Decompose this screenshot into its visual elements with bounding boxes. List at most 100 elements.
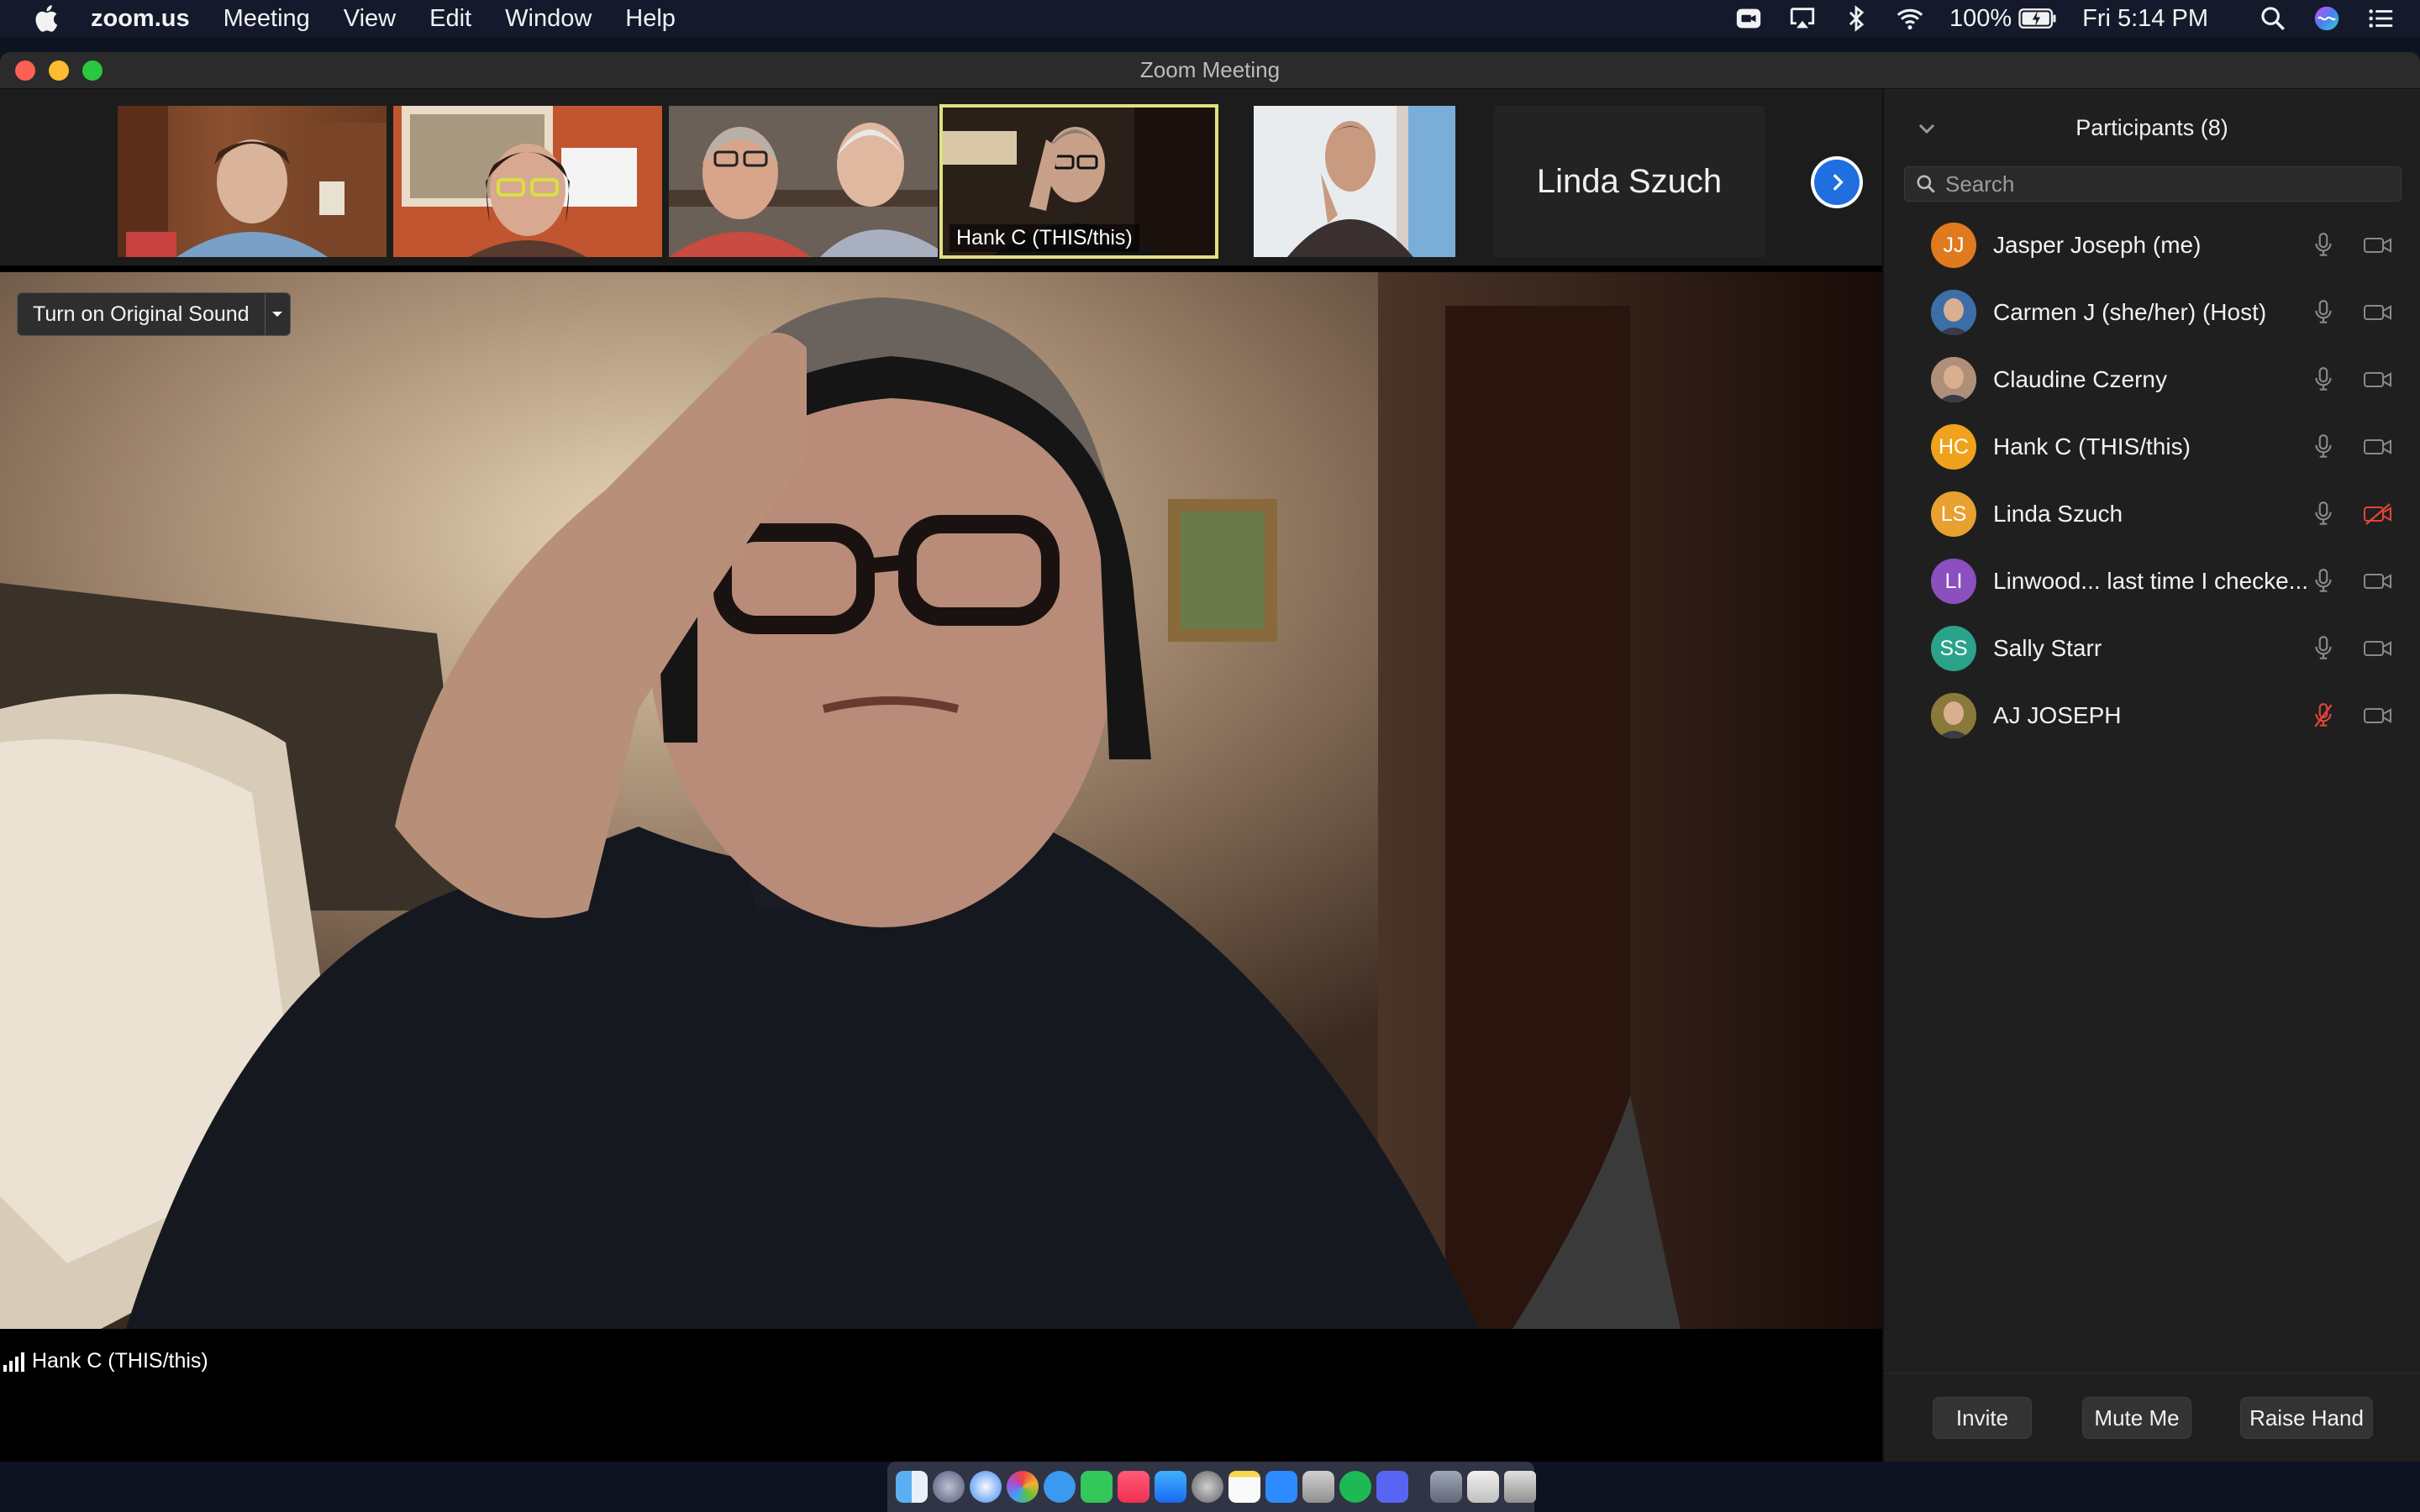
apple-icon[interactable]: [32, 3, 64, 34]
notification-center-icon[interactable]: [2366, 4, 2395, 33]
video-thumbnail-name-only[interactable]: Linda Szuch: [1494, 106, 1765, 257]
participant-name: Carmen J (she/her) (Host): [1993, 299, 2267, 325]
spotify-icon[interactable]: [1339, 1471, 1371, 1503]
speaker-video-image: [0, 272, 1882, 1329]
video-area: Hank C (THIS/this) Linda Szuch Turn on O…: [0, 89, 1882, 1462]
participant-row[interactable]: LI Linwood... last time I checke...: [1884, 548, 2420, 615]
mic-icon[interactable]: [2312, 433, 2334, 460]
thumbnail-strip: Hank C (THIS/this) Linda Szuch: [0, 89, 1882, 265]
participant-row[interactable]: SS Sally Starr: [1884, 615, 2420, 682]
video-thumbnail[interactable]: [1254, 106, 1455, 257]
participant-avatar: HC: [1931, 424, 1976, 470]
menu-help[interactable]: Help: [625, 5, 676, 33]
macos-dock: [887, 1462, 1536, 1512]
participants-title: Participants (8): [2075, 114, 2228, 140]
video-camera-icon[interactable]: [2363, 637, 2393, 660]
participant-name: Hank C (THIS/this): [1993, 433, 2191, 459]
video-camera-icon[interactable]: [2363, 704, 2393, 727]
video-thumbnail[interactable]: [669, 106, 938, 257]
notes-icon[interactable]: [1228, 1471, 1260, 1503]
messages-icon[interactable]: [1044, 1471, 1076, 1503]
launchpad-icon[interactable]: [933, 1471, 965, 1503]
original-sound-dropdown[interactable]: [264, 293, 290, 335]
participant-row[interactable]: JJ Jasper Joseph (me): [1884, 212, 2420, 279]
raise-hand-button[interactable]: Raise Hand: [2240, 1397, 2373, 1439]
video-camera-icon[interactable]: [2363, 570, 2393, 593]
participant-row[interactable]: AJ JOSEPH: [1884, 682, 2420, 749]
fullscreen-window-button[interactable]: [82, 60, 103, 81]
video-camera-icon[interactable]: [2363, 234, 2393, 257]
participant-video-image: [393, 106, 662, 257]
participant-list: JJ Jasper Joseph (me) Carmen J (she/her) (…: [1884, 212, 2420, 749]
music-icon[interactable]: [1118, 1471, 1150, 1503]
participant-video-image: [669, 106, 938, 257]
menu-view[interactable]: View: [344, 5, 396, 33]
participant-row[interactable]: Carmen J (she/her) (Host): [1884, 279, 2420, 346]
mic-muted-icon[interactable]: [2312, 702, 2334, 729]
discord-icon[interactable]: [1376, 1471, 1408, 1503]
safari-icon[interactable]: [970, 1471, 1002, 1503]
documents-stack-icon[interactable]: [1467, 1471, 1499, 1503]
original-sound-control: Turn on Original Sound: [17, 292, 291, 336]
participant-avatar: [1931, 290, 1976, 335]
mute-me-button[interactable]: Mute Me: [2082, 1397, 2191, 1439]
video-thumbnail[interactable]: [118, 106, 387, 257]
app-store-icon[interactable]: [1155, 1471, 1186, 1503]
participant-avatar: JJ: [1931, 223, 1976, 268]
mic-icon[interactable]: [2312, 299, 2334, 326]
menubar-clock[interactable]: Fri 5:14 PM: [2082, 5, 2208, 33]
video-camera-icon[interactable]: [2363, 435, 2393, 459]
window-controls: [15, 60, 116, 81]
wifi-icon[interactable]: [1896, 4, 1924, 33]
participant-row[interactable]: LS Linda Szuch: [1884, 480, 2420, 548]
zoom-status-icon[interactable]: [1734, 4, 1763, 33]
mic-icon[interactable]: [2312, 568, 2334, 595]
participant-row[interactable]: HC Hank C (THIS/this): [1884, 413, 2420, 480]
participant-search: [1904, 166, 2402, 202]
battery-icon[interactable]: [2018, 6, 2057, 31]
system-preferences-icon[interactable]: [1192, 1471, 1223, 1503]
participant-name: Linwood... last time I checke...: [1993, 568, 2309, 594]
video-off-icon[interactable]: [2363, 502, 2393, 526]
invite-button[interactable]: Invite: [1933, 1397, 2032, 1439]
photos-icon[interactable]: [1007, 1471, 1039, 1503]
menu-window[interactable]: Window: [505, 5, 592, 33]
video-camera-icon[interactable]: [2363, 301, 2393, 324]
turn-on-original-sound-button[interactable]: Turn on Original Sound: [18, 293, 265, 335]
participant-name: Jasper Joseph (me): [1993, 232, 2202, 258]
spotlight-search-icon[interactable]: [2259, 4, 2287, 33]
zoom-icon[interactable]: [1265, 1471, 1297, 1503]
mic-icon[interactable]: [2312, 232, 2334, 259]
close-window-button[interactable]: [15, 60, 35, 81]
finder-icon[interactable]: [896, 1471, 928, 1503]
menu-edit[interactable]: Edit: [429, 5, 471, 33]
participant-name: Sally Starr: [1993, 635, 2102, 661]
mic-icon[interactable]: [2312, 635, 2334, 662]
bluetooth-icon[interactable]: [1842, 4, 1870, 33]
video-thumbnail[interactable]: [393, 106, 662, 257]
trash-icon[interactable]: [1504, 1471, 1536, 1503]
zoom-window: Zoom Meeting Hank C (THIS/this) Linda Sz…: [0, 52, 2420, 1462]
window-titlebar[interactable]: Zoom Meeting: [0, 52, 2420, 89]
participant-name: AJ JOSEPH: [1993, 702, 2122, 728]
downloads-folder-icon[interactable]: [1430, 1471, 1462, 1503]
airplay-icon[interactable]: [1788, 4, 1817, 33]
video-camera-icon[interactable]: [2363, 368, 2393, 391]
minimize-window-button[interactable]: [49, 60, 69, 81]
participant-search-input[interactable]: [1945, 171, 2382, 197]
chevron-down-icon[interactable]: [1918, 123, 1936, 134]
mic-icon[interactable]: [2312, 501, 2334, 528]
preview-icon[interactable]: [1302, 1471, 1334, 1503]
siri-icon[interactable]: [2312, 4, 2341, 33]
facetime-icon[interactable]: [1081, 1471, 1113, 1503]
mic-icon[interactable]: [2312, 366, 2334, 393]
next-page-button[interactable]: [1811, 156, 1863, 208]
participant-row[interactable]: Claudine Czerny: [1884, 346, 2420, 413]
thumbnail-name-label: Hank C (THIS/this): [950, 224, 1139, 252]
active-speaker-video[interactable]: Turn on Original Sound: [0, 272, 1882, 1329]
speaker-name: Hank C (THIS/this): [32, 1349, 208, 1373]
video-thumbnail-active[interactable]: Hank C (THIS/this): [939, 104, 1218, 259]
participant-video-image: [1254, 106, 1455, 257]
menu-meeting[interactable]: Meeting: [224, 5, 310, 33]
menu-app-name[interactable]: zoom.us: [91, 5, 190, 33]
